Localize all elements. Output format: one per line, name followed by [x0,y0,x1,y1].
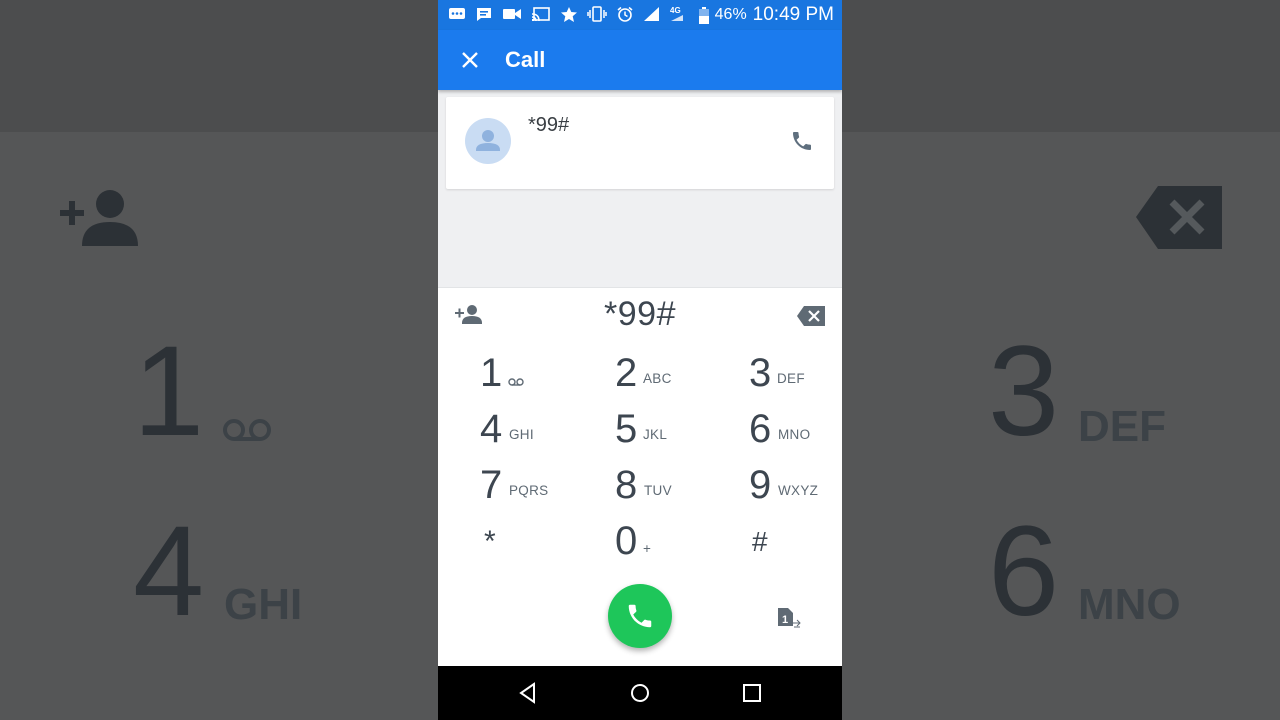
dialpad: *99# 1 2 ABC 3 DEF 4 GHI 5 JKL 6 MNO 7 P… [438,287,842,666]
key-letters: ABC [643,371,672,386]
svg-text:1: 1 [782,614,788,626]
key-digit: * [484,525,496,558]
background-voicemail-icon [223,419,271,441]
cast-icon [531,7,550,22]
background-add-contact-icon [60,190,138,246]
dial-key-1[interactable]: 1 [480,348,590,398]
backspace-icon[interactable] [796,305,826,327]
background-digit-4: 4 [133,500,205,643]
key-letters: GHI [509,427,534,442]
dial-key-0[interactable]: 0 + [615,516,725,566]
star-icon [561,7,577,22]
background-letters-6: MNO [1078,580,1181,629]
person-icon [476,130,500,151]
key-digit: # [752,526,768,557]
app-bar: Call [438,30,842,90]
recents-icon[interactable] [741,682,763,704]
key-digit: 1 [480,351,503,395]
key-digit: 2 [615,351,638,395]
sim-card-icon: 1 [778,608,801,628]
background-letters-3: DEF [1078,402,1166,451]
phone-icon[interactable] [790,129,814,153]
clock: 10:49 PM [752,4,834,25]
alarm-icon [617,6,633,22]
dial-key-4[interactable]: 4 GHI [480,404,590,454]
background-digit-6: 6 [988,500,1060,643]
svg-text:4G: 4G [670,6,681,15]
key-digit: 0 [615,519,638,563]
dial-key-2[interactable]: 2 ABC [615,348,725,398]
key-digit: 4 [480,407,503,451]
key-letters: WXYZ [778,483,819,498]
key-letters: JKL [643,427,668,442]
sim-select-button[interactable]: 1 [776,606,802,630]
vibrate-icon [587,6,607,22]
battery-percent: 46% [714,6,747,23]
voicemail-icon [508,378,524,386]
navigation-bar [438,666,842,720]
key-letters: PQRS [509,483,549,498]
dial-key-7[interactable]: 7 PQRS [480,460,590,510]
background-digit-1: 1 [133,320,205,463]
phone-icon [628,604,652,628]
battery-icon [698,6,709,24]
background-backspace-icon [1136,186,1222,249]
key-letters: TUV [644,483,672,498]
contact-avatar [465,118,511,164]
dial-key-8[interactable]: 8 TUV [615,460,725,510]
key-letters: + [643,541,652,556]
close-icon[interactable] [458,48,482,72]
suggestion-number: *99# [528,114,570,136]
key-digit: 7 [480,463,503,507]
key-letters: MNO [778,427,811,442]
key-digit: 6 [749,407,772,451]
phone-screen: 4G 46% 10:49 PM Call *99# *99# 1 2 ABC 3… [438,0,842,720]
dial-key-6[interactable]: 6 MNO [749,404,842,454]
app-bar-title: Call [505,47,546,72]
dial-key-5[interactable]: 5 JKL [615,404,725,454]
call-suggestion-card[interactable]: *99# [446,97,834,189]
background-digit-3: 3 [988,320,1060,463]
key-digit: 5 [615,407,638,451]
call-button[interactable] [608,584,672,648]
video-icon [503,9,521,19]
home-icon[interactable] [629,682,651,704]
back-icon[interactable] [517,682,539,704]
message-icon [449,8,465,19]
network-4g-icon: 4G [670,6,683,21]
key-digit: 3 [749,351,772,395]
dial-key-9[interactable]: 9 WXYZ [749,460,842,510]
key-digit: 8 [615,463,638,507]
key-digit: 9 [749,463,772,507]
dial-key-3[interactable]: 3 DEF [749,348,842,398]
screen: 1 4 GHI 3 DEF 6 MNO 4G 46% 10:49 PM Call… [0,0,1280,720]
key-letters: DEF [777,371,805,386]
background-letters-4: GHI [224,580,303,629]
signal-icon [644,7,659,21]
status-right: 46% 10:49 PM [698,4,834,26]
dialed-number[interactable]: *99# [438,295,842,334]
status-bar: 4G 46% 10:49 PM [438,0,842,30]
notification-icons: 4G [448,6,684,22]
dial-key-star[interactable]: * [484,522,594,572]
chat-icon [477,8,491,21]
dial-key-hash[interactable]: # [752,522,842,572]
